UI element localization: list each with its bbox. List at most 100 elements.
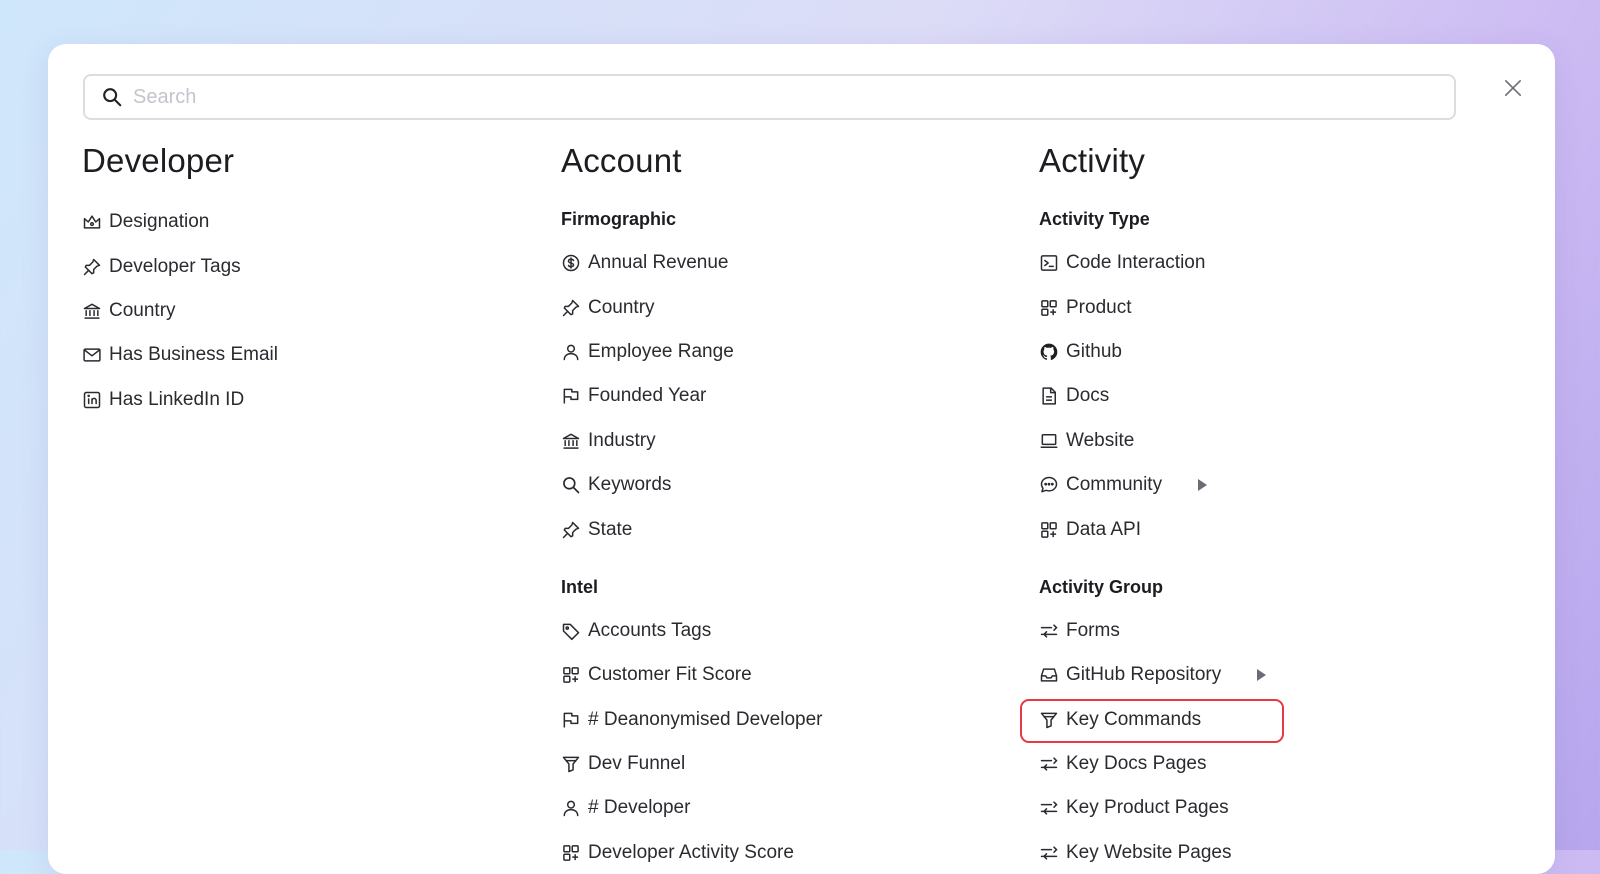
document-icon	[1039, 386, 1059, 406]
item-label: Employee Range	[588, 340, 734, 362]
account-item-employee-range[interactable]: Employee Range	[561, 330, 822, 374]
activity-item-github-repository[interactable]: GitHub Repository	[1039, 653, 1267, 697]
activity-item-forms[interactable]: Forms	[1039, 609, 1267, 653]
funnel-icon	[1039, 710, 1059, 730]
group-title-intel: Intel	[561, 576, 599, 597]
flag-icon	[561, 386, 581, 406]
account-item-customer-fit-score[interactable]: Customer Fit Score	[561, 653, 822, 697]
account-item-developer[interactable]: # Developer	[561, 786, 822, 830]
grid-icon	[561, 665, 581, 685]
account-item-founded-year[interactable]: Founded Year	[561, 374, 822, 418]
close-button[interactable]	[1500, 75, 1526, 101]
developer-list: Designation Developer Tags Country Has B…	[82, 200, 278, 422]
item-label: Founded Year	[588, 385, 707, 407]
item-label: Industry	[588, 429, 656, 451]
activity-column: Activity Activity Type Code Interaction …	[1020, 138, 1285, 874]
account-item-accounts-tags[interactable]: Accounts Tags	[561, 609, 822, 653]
inbox-icon	[1039, 665, 1059, 685]
search-input[interactable]	[131, 75, 1454, 119]
developer-item-has-business-email[interactable]: Has Business Email	[82, 333, 278, 377]
funnel-icon	[561, 754, 581, 774]
item-label: Developer Tags	[109, 255, 241, 277]
item-label: Country	[109, 299, 176, 321]
activity-item-key-docs-pages[interactable]: Key Docs Pages	[1039, 742, 1267, 786]
group-title-activity-group: Activity Group	[1039, 576, 1164, 597]
item-label: Has Business Email	[109, 344, 278, 366]
column-title-activity: Activity	[1039, 142, 1146, 179]
bank-icon	[561, 431, 581, 451]
item-label: Country	[588, 296, 655, 318]
activity-item-key-website-pages[interactable]: Key Website Pages	[1039, 831, 1267, 874]
column-title-developer: Developer	[82, 142, 235, 179]
account-item-dev-funnel[interactable]: Dev Funnel	[561, 742, 822, 786]
item-label: Code Interaction	[1066, 252, 1206, 274]
tag-icon	[561, 621, 581, 641]
developer-item-designation[interactable]: Designation	[82, 200, 278, 244]
developer-item-country[interactable]: Country	[82, 289, 278, 333]
account-item-developer-activity-score[interactable]: Developer Activity Score	[561, 831, 822, 874]
activity-item-key-commands[interactable]: Key Commands	[1020, 698, 1285, 743]
developer-item-has-linkedin-id[interactable]: Has LinkedIn ID	[82, 378, 278, 422]
github-icon	[1039, 342, 1059, 362]
group-title-firmographic: Firmographic	[561, 209, 677, 229]
chevron-right-icon[interactable]	[1255, 668, 1267, 682]
item-label: Key Docs Pages	[1066, 753, 1207, 775]
activity-item-github[interactable]: Github	[1039, 330, 1267, 374]
search-icon	[561, 475, 581, 495]
item-label: Key Commands	[1066, 708, 1202, 730]
mail-icon	[82, 345, 102, 365]
item-label: Keywords	[588, 474, 672, 496]
item-label: Website	[1066, 429, 1135, 451]
item-label: Annual Revenue	[588, 252, 729, 274]
account-item-deanonymised-developer[interactable]: # Deanonymised Developer	[561, 698, 822, 742]
account-item-annual-revenue[interactable]: Annual Revenue	[561, 241, 822, 285]
activity-item-code-interaction[interactable]: Code Interaction	[1039, 241, 1267, 285]
item-label: Community	[1066, 474, 1163, 496]
item-label: Customer Fit Score	[588, 664, 752, 686]
close-icon	[1504, 79, 1522, 97]
item-label: Docs	[1066, 385, 1110, 407]
item-label: Developer Activity Score	[588, 841, 794, 863]
laptop-icon	[1039, 431, 1059, 451]
pin-icon	[561, 520, 581, 540]
filter-lines-icon	[1039, 754, 1059, 774]
pin-icon	[82, 257, 102, 277]
item-label: Key Product Pages	[1066, 797, 1229, 819]
activity-item-community[interactable]: Community	[1039, 463, 1267, 507]
item-label: Has LinkedIn ID	[109, 388, 245, 410]
crown-icon	[82, 212, 102, 232]
item-label: # Deanonymised Developer	[588, 708, 823, 730]
item-label: Key Website Pages	[1066, 841, 1232, 863]
account-item-industry[interactable]: Industry	[561, 419, 822, 463]
pin-icon	[561, 298, 581, 318]
activity-item-product[interactable]: Product	[1039, 285, 1267, 329]
account-item-state[interactable]: State	[561, 507, 822, 551]
filter-lines-icon	[1039, 621, 1059, 641]
item-label: Github	[1066, 340, 1122, 362]
item-label: Forms	[1066, 619, 1120, 641]
grid-icon	[1039, 520, 1059, 540]
activity-item-data-api[interactable]: Data API	[1039, 507, 1267, 551]
activity-item-key-product-pages[interactable]: Key Product Pages	[1039, 786, 1267, 830]
bank-icon	[82, 301, 102, 321]
search-icon	[101, 86, 123, 108]
account-item-keywords[interactable]: Keywords	[561, 463, 822, 507]
group-title-activity-type: Activity Type	[1039, 209, 1150, 229]
chat-icon	[1039, 475, 1059, 495]
grid-icon	[1039, 298, 1059, 318]
terminal-icon	[1039, 253, 1059, 273]
activity-item-website[interactable]: Website	[1039, 419, 1267, 463]
activity-item-docs[interactable]: Docs	[1039, 374, 1267, 418]
item-label: Data API	[1066, 518, 1141, 540]
grid-icon	[561, 843, 581, 863]
developer-column: Developer Designation Developer Tags Cou…	[82, 138, 278, 422]
developer-item-developer-tags[interactable]: Developer Tags	[82, 244, 278, 288]
account-item-country[interactable]: Country	[561, 285, 822, 329]
chevron-right-icon[interactable]	[1196, 478, 1208, 492]
item-label: Product	[1066, 296, 1132, 318]
item-label: # Developer	[588, 797, 691, 819]
account-column: Account Firmographic Annual Revenue Coun…	[561, 138, 822, 874]
search-bar	[83, 74, 1456, 120]
flag-icon	[561, 710, 581, 730]
